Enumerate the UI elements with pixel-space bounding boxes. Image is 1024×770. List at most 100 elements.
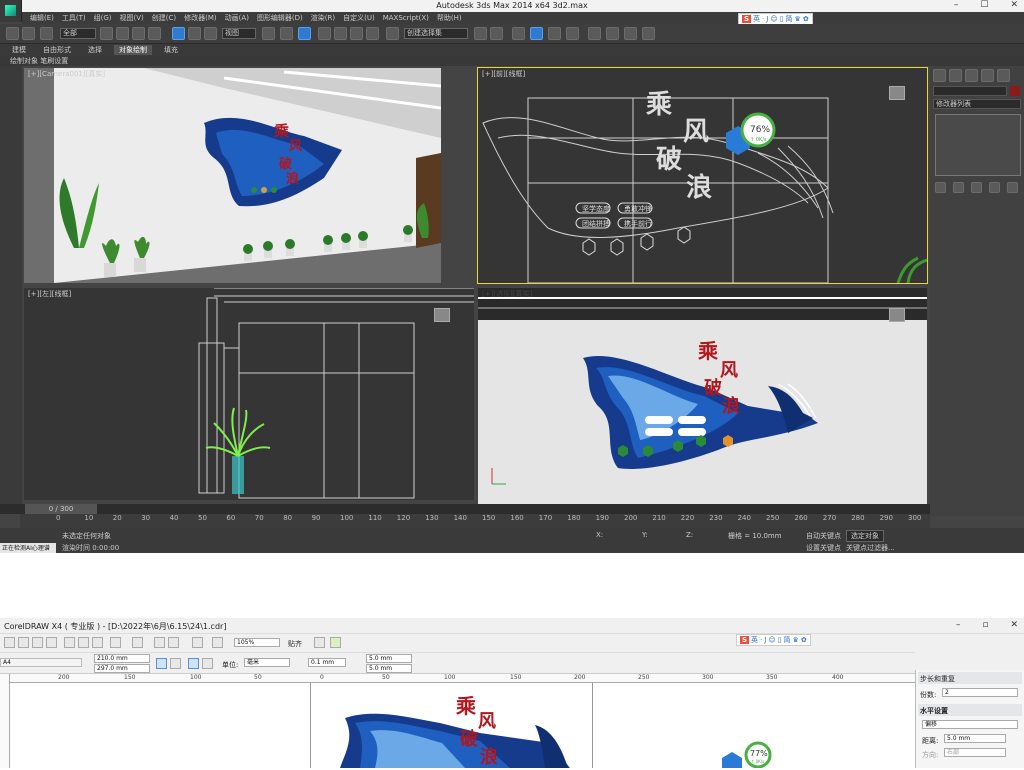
settings-icon[interactable]: ✿	[801, 636, 807, 644]
paste-icon[interactable]	[92, 637, 103, 648]
duplicate-x-field[interactable]: 5.0 mm	[366, 654, 412, 663]
zoom-dropdown[interactable]: 105%	[234, 638, 280, 647]
render-setup-icon[interactable]	[606, 27, 619, 40]
curve-editor-icon[interactable]	[548, 27, 561, 40]
mirror-icon[interactable]	[474, 27, 487, 40]
keyboard-shortcut-icon[interactable]	[298, 27, 311, 40]
make-unique-icon[interactable]	[971, 182, 982, 193]
menu-rendering[interactable]: 渲染(R)	[311, 13, 335, 23]
snap-icon[interactable]	[318, 27, 331, 40]
window-crossing-icon[interactable]	[148, 27, 161, 40]
selection-filter-dropdown[interactable]: 全部	[60, 28, 96, 39]
horizontal-ruler[interactable]: 200 150 100 50 0 50 100 150 200 250 300 …	[10, 674, 915, 683]
menu-maxscript[interactable]: MAXScript(X)	[383, 14, 429, 22]
viewport-label[interactable]: [+][左][线框]	[28, 289, 71, 299]
ribbon-tab-populate[interactable]: 填充	[152, 45, 190, 55]
settings-icon[interactable]: ✿	[803, 15, 809, 23]
page-width-field[interactable]: 210.0 mm	[94, 654, 150, 663]
undo-icon[interactable]	[110, 637, 121, 648]
app-launcher-icon[interactable]	[192, 637, 203, 648]
named-selection-dropdown[interactable]: 创建选择集	[404, 28, 468, 39]
all-pages-icon[interactable]	[188, 658, 199, 669]
rotate-icon[interactable]	[188, 27, 201, 40]
maxscript-listener[interactable]: 正在检测AI心理谱	[0, 543, 56, 553]
maximize-icon[interactable]: ☐	[980, 0, 988, 10]
duplicate-y-field[interactable]: 5.0 mm	[366, 664, 412, 673]
direction-dropdown[interactable]: 右部	[944, 748, 1006, 757]
edit-named-sel-icon[interactable]	[386, 27, 399, 40]
print-icon[interactable]	[46, 637, 57, 648]
pivot-icon[interactable]	[262, 27, 275, 40]
keyboard-icon[interactable]: ▯	[780, 15, 784, 23]
minimize-icon[interactable]: –	[956, 620, 961, 630]
welcome-icon[interactable]	[212, 637, 223, 648]
set-key-button[interactable]: 设置关键点	[806, 543, 841, 553]
viewport-label[interactable]: [+][透视][真实]	[482, 289, 532, 299]
key-filters-button[interactable]: 关键点过滤器...	[846, 543, 895, 553]
cdr-canvas[interactable]: 乘 风 破 浪 77% ↑ 0K/s	[10, 683, 915, 769]
landscape-icon[interactable]	[170, 658, 181, 669]
scale-icon[interactable]	[204, 27, 217, 40]
reference-coord-dropdown[interactable]: 视图	[222, 28, 256, 39]
select-by-name-icon[interactable]	[116, 27, 129, 40]
ime-toolbar[interactable]: S 英 · J ☺ ▯ 简 ♛ ✿	[736, 634, 811, 646]
viewcube-icon[interactable]	[889, 308, 905, 322]
menu-customize[interactable]: 自定义(U)	[343, 13, 375, 23]
motion-tab-icon[interactable]	[981, 69, 994, 82]
undo-icon[interactable]	[6, 27, 19, 40]
skin-icon[interactable]: ♛	[793, 636, 799, 644]
redo-icon[interactable]	[22, 27, 35, 40]
emoji-icon[interactable]: ☺	[770, 15, 777, 23]
page-height-field[interactable]: 297.0 mm	[94, 664, 150, 673]
emoji-icon[interactable]: ☺	[768, 636, 775, 644]
object-color-swatch[interactable]	[1010, 86, 1020, 96]
ime-punct[interactable]: ·	[762, 15, 764, 23]
copy-icon[interactable]	[78, 637, 89, 648]
close-icon[interactable]: ✕	[1010, 620, 1018, 630]
spinner-snap-icon[interactable]	[366, 27, 379, 40]
import-icon[interactable]	[154, 637, 165, 648]
menu-graph-editors[interactable]: 图形编辑器(D)	[257, 13, 303, 23]
ribbon-tab-object-paint[interactable]: 对象绘制	[114, 45, 152, 55]
angle-snap-icon[interactable]	[334, 27, 347, 40]
viewport-label[interactable]: [+][Camera001][真实]	[28, 69, 105, 79]
ribbon-toggle-icon[interactable]	[530, 27, 543, 40]
moon-icon[interactable]: J	[764, 636, 766, 644]
track-bar[interactable]: 0 10 20 30 40 50 60 70 80 90 100 110 120 130 140 150 160…	[20, 514, 930, 528]
options-icon[interactable]	[314, 637, 325, 648]
menu-views[interactable]: 视图(V)	[120, 13, 144, 23]
corel-connect-icon[interactable]	[330, 637, 341, 648]
move-icon[interactable]	[172, 27, 185, 40]
manipulate-icon[interactable]	[280, 27, 293, 40]
show-end-icon[interactable]	[953, 182, 964, 193]
menu-edit[interactable]: 编辑(E)	[30, 13, 54, 23]
viewport-perspective[interactable]: [+][透视][真实] 乘 风 破 浪	[478, 288, 927, 504]
viewport-label[interactable]: [+][前][线框]	[482, 69, 525, 79]
nudge-field[interactable]: 0.1 mm	[308, 658, 346, 667]
configure-sets-icon[interactable]	[1007, 182, 1018, 193]
current-page-icon[interactable]	[202, 658, 213, 669]
save-icon[interactable]	[32, 637, 43, 648]
render-icon[interactable]	[642, 27, 655, 40]
new-icon[interactable]	[4, 637, 15, 648]
rect-select-icon[interactable]	[132, 27, 145, 40]
remove-modifier-icon[interactable]	[989, 182, 1000, 193]
distance-field[interactable]: 5.0 mm	[944, 734, 1006, 743]
viewport-camera[interactable]: [+][Camera001][真实] 乘 风 破 浪	[24, 68, 441, 283]
ribbon-subpanel[interactable]: 绘制对象 笔刷设置	[0, 56, 1024, 66]
close-icon[interactable]: ✕	[1010, 0, 1018, 10]
create-tab-icon[interactable]	[933, 69, 946, 82]
menu-group[interactable]: 组(G)	[94, 13, 112, 23]
vertical-ruler[interactable]	[0, 674, 10, 768]
open-icon[interactable]	[18, 637, 29, 648]
modifier-stack[interactable]	[935, 114, 1021, 176]
redo-icon[interactable]	[132, 637, 143, 648]
time-slider-knob[interactable]: 0 / 300	[25, 504, 97, 514]
menu-modifiers[interactable]: 修改器(M)	[184, 13, 217, 23]
modify-tab-icon[interactable]	[949, 69, 962, 82]
modifier-list-dropdown[interactable]: 修改器列表	[933, 99, 1021, 109]
ribbon-tab-modeling[interactable]: 建模	[0, 45, 38, 55]
hierarchy-tab-icon[interactable]	[965, 69, 978, 82]
skin-icon[interactable]: ♛	[795, 15, 801, 23]
menu-animation[interactable]: 动画(A)	[225, 13, 249, 23]
